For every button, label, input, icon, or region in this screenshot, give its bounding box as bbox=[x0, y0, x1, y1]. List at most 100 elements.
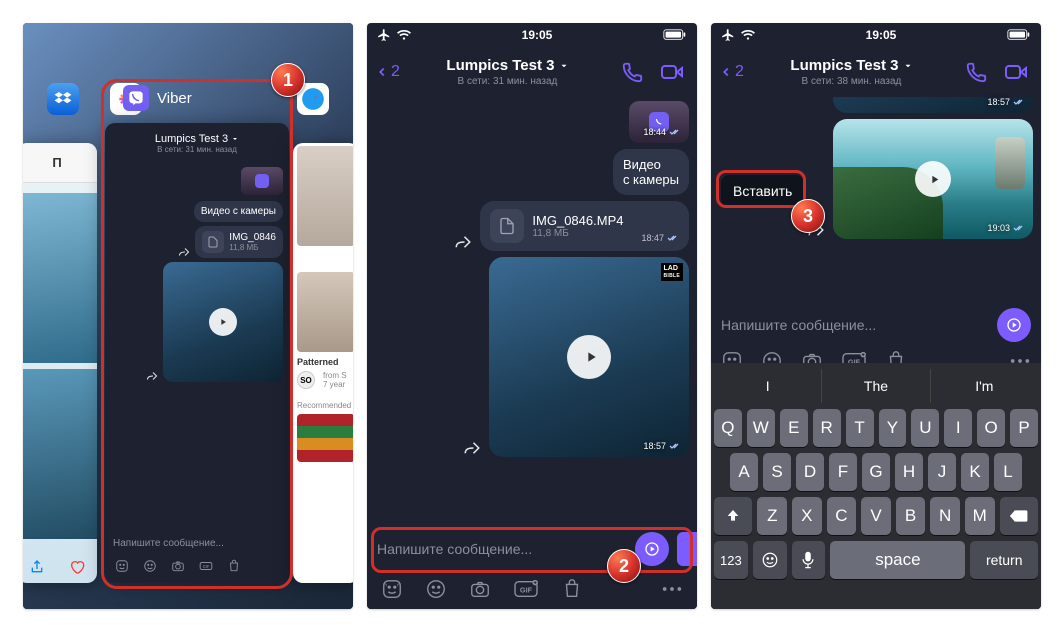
mini-input-placeholder: Напишите сообщение... bbox=[113, 538, 281, 549]
key-backspace[interactable] bbox=[1000, 497, 1038, 535]
key-m[interactable]: M bbox=[965, 497, 995, 535]
key-o[interactable]: O bbox=[977, 409, 1005, 447]
key-q[interactable]: Q bbox=[714, 409, 742, 447]
video-call-button[interactable] bbox=[655, 55, 689, 89]
voice-message-button[interactable] bbox=[997, 308, 1031, 342]
panel-chat-paste: 19:05 2 Lumpics Test 3 В сети: 38 мин. н… bbox=[711, 23, 1041, 609]
key-x[interactable]: X bbox=[792, 497, 822, 535]
key-shift[interactable] bbox=[714, 497, 752, 535]
message-input[interactable]: Напишите сообщение... bbox=[721, 307, 989, 343]
forward-icon[interactable] bbox=[454, 233, 472, 251]
suggestion[interactable]: The bbox=[822, 369, 930, 403]
mini-file-name: IMG_0846 bbox=[229, 232, 276, 243]
video-bubble[interactable]: 19:03 bbox=[833, 119, 1033, 239]
key-c[interactable]: C bbox=[827, 497, 857, 535]
key-e[interactable]: E bbox=[780, 409, 808, 447]
forward-icon bbox=[178, 246, 190, 258]
key-l[interactable]: L bbox=[994, 453, 1022, 491]
content-thumb bbox=[297, 414, 353, 462]
header-title-block[interactable]: Lumpics Test 3 В сети: 38 мин. назад bbox=[750, 57, 953, 88]
key-mic[interactable] bbox=[792, 541, 826, 579]
dropbox-app-icon[interactable] bbox=[47, 83, 79, 115]
key-a[interactable]: A bbox=[730, 453, 758, 491]
share-row bbox=[23, 559, 97, 575]
key-n[interactable]: N bbox=[930, 497, 960, 535]
suggestions-bar: I The I'm bbox=[714, 369, 1038, 403]
suggestion[interactable]: I bbox=[714, 369, 822, 403]
heart-icon[interactable] bbox=[69, 559, 85, 575]
key-123[interactable]: 123 bbox=[714, 541, 748, 579]
video-call-button[interactable] bbox=[999, 55, 1033, 89]
play-button[interactable] bbox=[915, 161, 951, 197]
gif-icon[interactable]: GIF bbox=[513, 578, 539, 600]
key-u[interactable]: U bbox=[911, 409, 939, 447]
key-space[interactable]: space bbox=[830, 541, 965, 579]
switcher-card-viber[interactable]: Lumpics Test 3 В сети: 31 мин. назад Вид… bbox=[105, 123, 289, 583]
file-bubble[interactable]: IMG_0846.MP4 11,8 МБ 18:47 bbox=[480, 201, 689, 251]
status-time: 19:05 bbox=[522, 28, 553, 42]
key-k[interactable]: K bbox=[961, 453, 989, 491]
shop-icon[interactable] bbox=[561, 578, 583, 600]
voice-call-button[interactable] bbox=[615, 55, 649, 89]
key-s[interactable]: S bbox=[763, 453, 791, 491]
switcher-card-left[interactable]: П bbox=[23, 143, 97, 583]
more-icon[interactable] bbox=[661, 585, 683, 593]
mini-thumb-row bbox=[105, 163, 289, 197]
chat-title: Lumpics Test 3 bbox=[790, 58, 898, 75]
status-bar: 19:05 bbox=[367, 23, 697, 47]
chat-subtitle: В сети: 38 мин. назад bbox=[750, 76, 953, 87]
text-bubble[interactable]: Видео с камеры bbox=[613, 149, 689, 195]
suggestion[interactable]: I'm bbox=[931, 369, 1038, 403]
phone-icon bbox=[621, 61, 643, 83]
voice-call-button[interactable] bbox=[959, 55, 993, 89]
key-t[interactable]: T bbox=[846, 409, 874, 447]
key-g[interactable]: G bbox=[862, 453, 890, 491]
mini-chat-title: Lumpics Test 3 bbox=[155, 133, 228, 145]
key-w[interactable]: W bbox=[747, 409, 775, 447]
key-v[interactable]: V bbox=[861, 497, 891, 535]
file-name: IMG_0846.MP4 bbox=[532, 213, 623, 228]
key-z[interactable]: Z bbox=[757, 497, 787, 535]
prev-timestamp: 18:57 bbox=[987, 97, 1025, 107]
chevron-left-icon bbox=[719, 63, 733, 81]
camera-icon[interactable] bbox=[469, 578, 491, 600]
key-f[interactable]: F bbox=[829, 453, 857, 491]
key-row-3: ZXCVBNM bbox=[714, 497, 1038, 535]
video-bubble[interactable]: LADBIBLE 18:57 bbox=[489, 257, 689, 457]
sticker-icon[interactable] bbox=[381, 578, 403, 600]
gallery-header: П bbox=[23, 143, 97, 183]
switcher-card-right[interactable]: Patterned SO from S 7 year Recommended bbox=[293, 143, 353, 583]
message-timestamp: 18:44 bbox=[643, 127, 681, 137]
back-button[interactable]: 2 bbox=[719, 63, 744, 81]
key-return[interactable]: return bbox=[970, 541, 1038, 579]
chat-body: 18:44 Видео с камеры IMG_0846.MP4 11,8 М… bbox=[367, 97, 697, 609]
key-j[interactable]: J bbox=[928, 453, 956, 491]
key-r[interactable]: R bbox=[813, 409, 841, 447]
message-input[interactable]: Напишите сообщение... bbox=[377, 541, 627, 557]
play-overlay bbox=[489, 257, 689, 457]
play-button[interactable] bbox=[567, 335, 611, 379]
key-d[interactable]: D bbox=[796, 453, 824, 491]
smile-icon[interactable] bbox=[425, 578, 447, 600]
content-thumb bbox=[297, 272, 353, 352]
airplane-mode-icon bbox=[721, 28, 735, 42]
key-b[interactable]: B bbox=[896, 497, 926, 535]
key-h[interactable]: H bbox=[895, 453, 923, 491]
forward-icon[interactable] bbox=[463, 439, 481, 457]
key-p[interactable]: P bbox=[1010, 409, 1038, 447]
back-count: 2 bbox=[735, 63, 744, 81]
mini-chat-subtitle: В сети: 31 мин. назад bbox=[157, 145, 237, 154]
play-button[interactable] bbox=[209, 308, 237, 336]
back-button[interactable]: 2 bbox=[375, 63, 400, 81]
mini-chat-header: Lumpics Test 3 В сети: 31 мин. назад bbox=[105, 123, 289, 163]
key-y[interactable]: Y bbox=[879, 409, 907, 447]
header-title-block[interactable]: Lumpics Test 3 В сети: 31 мин. назад bbox=[406, 57, 609, 88]
thumb-bubble[interactable]: 18:44 bbox=[629, 101, 689, 143]
video-row: LADBIBLE 18:57 bbox=[375, 257, 689, 457]
context-menu-paste[interactable]: Вставить bbox=[721, 175, 804, 207]
tool-row: GIF bbox=[367, 569, 697, 609]
key-i[interactable]: I bbox=[944, 409, 972, 447]
share-icon[interactable] bbox=[29, 559, 45, 575]
spacer bbox=[235, 83, 267, 115]
key-emoji[interactable] bbox=[753, 541, 787, 579]
